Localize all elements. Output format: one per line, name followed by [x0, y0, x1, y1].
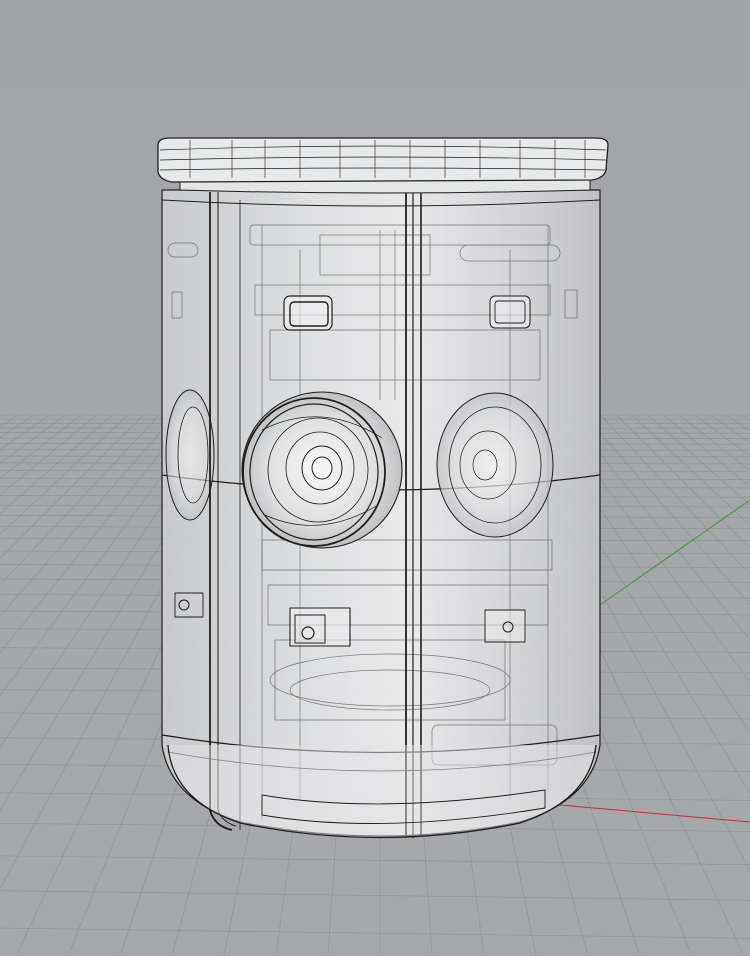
grid-line — [0, 414, 145, 559]
grid-line — [647, 414, 750, 506]
viewport-canvas[interactable] — [0, 0, 750, 956]
base-cap[interactable] — [167, 744, 597, 839]
grid-line — [0, 414, 3, 417]
right-speaker[interactable] — [436, 392, 554, 538]
grid-line — [0, 927, 750, 939]
grid-line — [0, 414, 18, 427]
grid-line — [0, 414, 113, 514]
grid-line — [0, 414, 81, 479]
grid-line — [694, 414, 750, 457]
grid-line — [631, 414, 750, 526]
lower-port-left[interactable] — [289, 607, 351, 647]
world-x-axis — [559, 804, 750, 823]
top-cap[interactable] — [157, 137, 609, 194]
grid-line — [726, 414, 750, 432]
ghosted-cylinder-model[interactable] — [157, 137, 609, 839]
grid-line — [0, 890, 750, 901]
rhino-perspective-viewport[interactable] — [0, 0, 750, 956]
upper-slot-left[interactable] — [283, 295, 333, 331]
grid-line — [710, 414, 750, 444]
grid-line — [0, 855, 750, 865]
left-speaker[interactable] — [165, 389, 215, 521]
grid-line — [615, 414, 750, 549]
world-y-axis — [599, 499, 750, 606]
upper-slot-right[interactable] — [489, 295, 531, 329]
center-speaker[interactable] — [241, 391, 403, 549]
lower-port-right[interactable] — [484, 609, 526, 643]
grid-line — [742, 414, 750, 421]
grid-line — [0, 414, 97, 496]
grid-line — [0, 414, 66, 464]
grid-line — [679, 414, 750, 471]
grid-line — [584, 414, 750, 606]
grid-line — [600, 414, 750, 575]
grid-line — [0, 414, 34, 439]
